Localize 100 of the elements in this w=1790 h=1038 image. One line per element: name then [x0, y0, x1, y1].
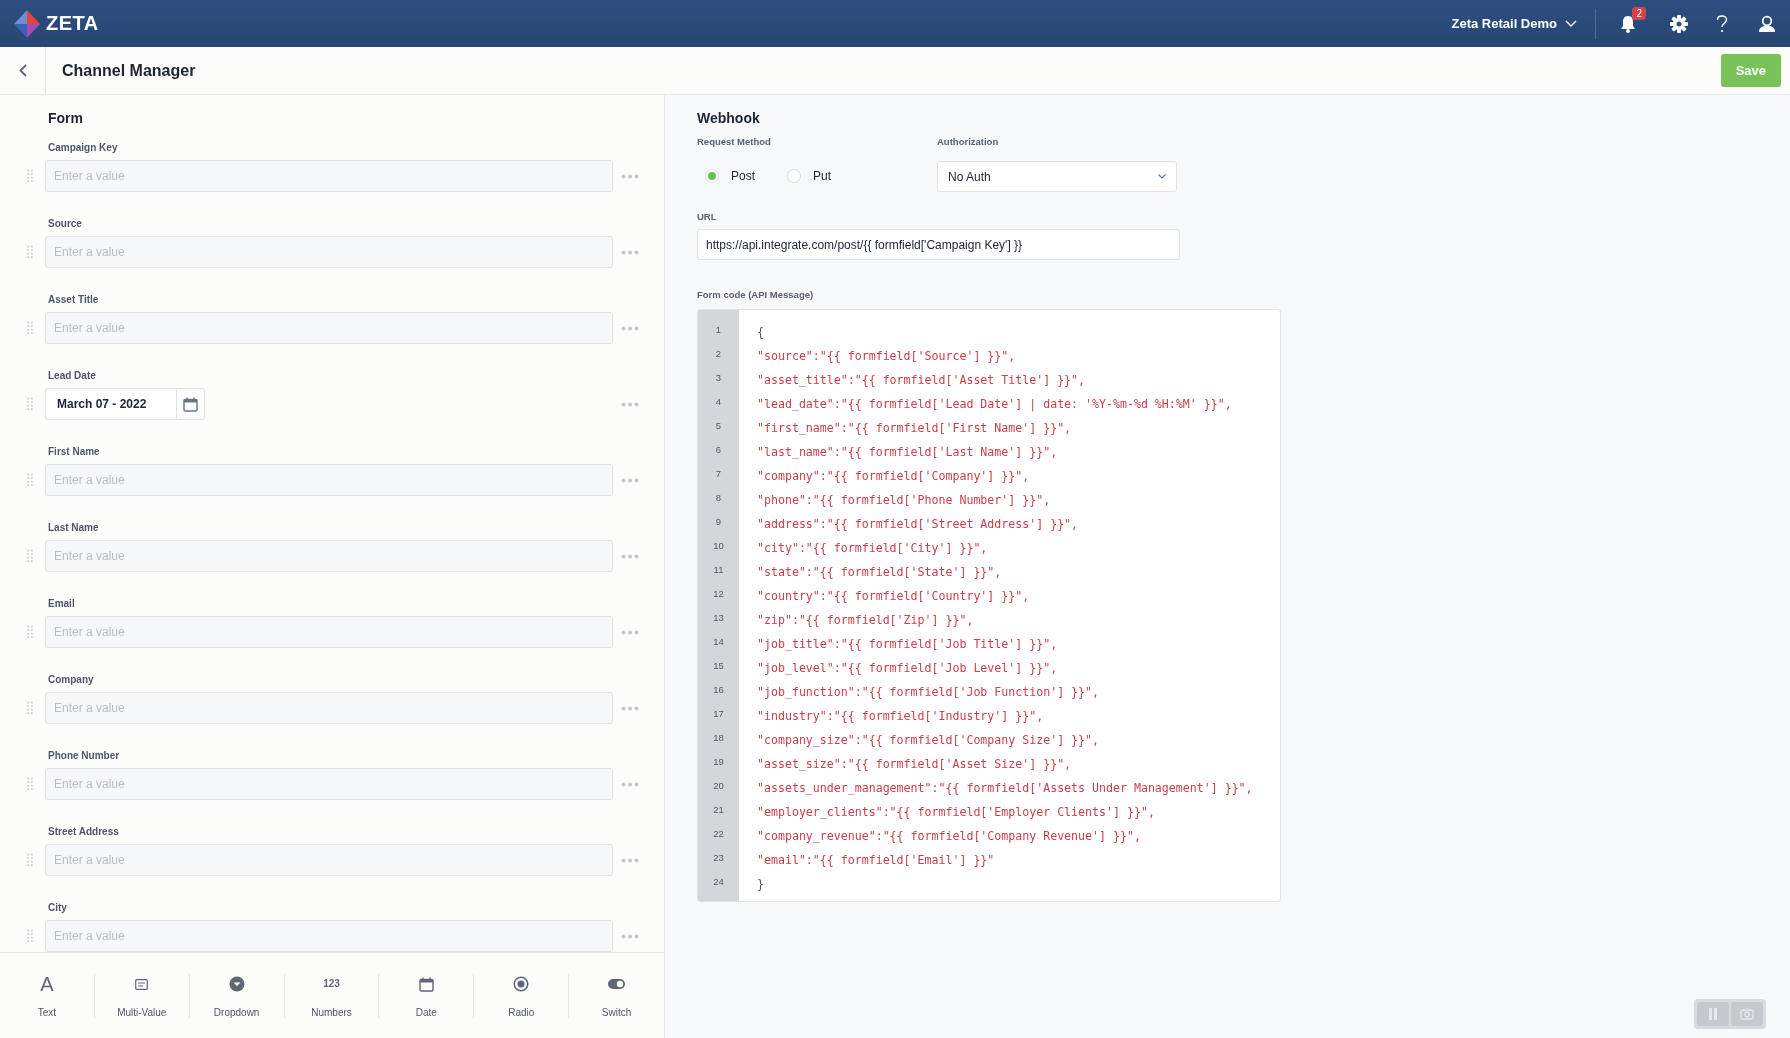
code-line: "employer_clients":"{{ formfield['Employer Clients'] }}",: [757, 804, 1156, 821]
code-line: "zip":"{{ formfield['Zip'] }}",: [757, 612, 975, 629]
drag-handle-icon[interactable]: [27, 777, 33, 791]
radio-icon: [513, 976, 530, 992]
more-options-icon[interactable]: [621, 249, 639, 255]
code-line: "lead_date":"{{ formfield['Lead Date'] | date: '%Y-%m-%d %H:%M' }}",: [757, 396, 1233, 414]
code-line: }: [757, 876, 765, 893]
camera-icon[interactable]: [1740, 1008, 1754, 1020]
notifications-button[interactable]: 2: [1620, 6, 1646, 33]
code-line: "last_name":"{{ formfield['Last Name'] }}",: [757, 444, 1059, 461]
more-options-icon[interactable]: [621, 477, 639, 483]
more-options-icon[interactable]: [621, 781, 639, 787]
field-label: Form code (API Message): [697, 289, 815, 300]
drag-handle-icon[interactable]: [27, 625, 33, 639]
text-input[interactable]: Enter a value: [45, 920, 613, 952]
text-input[interactable]: Enter a value: [45, 312, 613, 344]
page-title: Channel Manager: [62, 61, 196, 80]
text-input[interactable]: Enter a value: [45, 236, 613, 268]
drag-handle-icon[interactable]: [27, 853, 33, 867]
text-type-icon: A: [40, 974, 54, 994]
bell-icon: [1620, 14, 1636, 33]
field-type-button[interactable]: 123 Numbers: [284, 974, 380, 1018]
code-line: "phone":"{{ formfield['Phone Number'] }}",: [757, 492, 1052, 509]
settings-icon[interactable]: [1670, 14, 1688, 33]
line-number: 18: [712, 731, 725, 745]
field-label: First Name: [48, 446, 101, 459]
text-input[interactable]: Enter a value: [45, 692, 613, 724]
calendar-icon: [183, 396, 198, 412]
text-input[interactable]: Enter a value: [45, 540, 613, 572]
text-input[interactable]: Enter a value: [45, 464, 613, 496]
user-icon[interactable]: [1758, 14, 1776, 33]
more-options-icon[interactable]: [621, 553, 639, 559]
account-switcher[interactable]: Zeta Retail Demo: [1451, 8, 1596, 39]
field-label: Email: [48, 598, 76, 611]
url-input[interactable]: https://api.integrate.com/post/{{ formfield['Campaign Key'] }}: [697, 229, 1180, 260]
line-number: 4: [714, 395, 723, 409]
code-line: "source":"{{ formfield['Source'] }}",: [757, 348, 1017, 365]
authorization-dropdown[interactable]: No Auth: [937, 161, 1177, 192]
line-number: 3: [714, 371, 723, 385]
code-line: "company_size":"{{ formfield['Company Size'] }}",: [757, 732, 1101, 749]
code-line: "city":"{{ formfield['City'] }}",: [757, 540, 989, 557]
field-type-button[interactable]: Dropdown: [189, 974, 285, 1018]
logo-icon: [14, 9, 40, 38]
date-field[interactable]: March 07 - 2022: [45, 388, 205, 420]
code-line: "email":"{{ formfield['Email'] }}": [757, 852, 996, 869]
help-icon[interactable]: [1716, 14, 1728, 33]
more-options-icon[interactable]: [621, 933, 639, 939]
line-number: 1: [714, 323, 723, 337]
code-line: "first_name":"{{ formfield['First Name'] }}",: [757, 420, 1073, 437]
notification-badge: 2: [1632, 6, 1646, 20]
code-line: "asset_title":"{{ formfield['Asset Title'] }}",: [757, 372, 1087, 389]
section-title: Webhook: [697, 110, 761, 126]
code-line: {: [757, 324, 765, 341]
code-line: "assets_under_management":"{{ formfield['Assets Under Management'] }}",: [757, 780, 1253, 797]
code-line: "job_level":"{{ formfield['Job Level'] }}",: [757, 660, 1059, 677]
field-type-button[interactable]: Date: [379, 974, 475, 1018]
more-options-icon[interactable]: [621, 401, 639, 407]
brand-name: ZETA: [46, 12, 99, 35]
field-label: Street Address: [48, 826, 120, 839]
code-line: "country":"{{ formfield['Country'] }}",: [757, 588, 1031, 605]
drag-handle-icon[interactable]: [27, 321, 33, 335]
code-line: "state":"{{ formfield['State'] }}",: [757, 564, 1003, 581]
field-type-button[interactable]: Multi-Value: [94, 974, 190, 1018]
toggle-icon: [608, 979, 626, 989]
section-title: Form: [48, 110, 84, 126]
text-input[interactable]: Enter a value: [45, 844, 613, 876]
line-number: 17: [712, 707, 725, 721]
line-number: 14: [712, 635, 725, 649]
line-number: 13: [712, 611, 725, 625]
line-number: 16: [712, 683, 725, 697]
line-number: 20: [712, 779, 725, 793]
field-type-button[interactable]: Switch: [569, 974, 664, 1018]
text-input[interactable]: Enter a value: [45, 616, 613, 648]
code-line: "address":"{{ formfield['Street Address'] }}",: [757, 516, 1080, 533]
drag-handle-icon[interactable]: [27, 701, 33, 715]
more-options-icon[interactable]: [621, 173, 639, 179]
line-number: 8: [714, 491, 723, 505]
calendar-icon: [418, 976, 434, 992]
more-options-icon[interactable]: [621, 857, 639, 863]
drag-handle-icon[interactable]: [27, 397, 33, 411]
more-options-icon[interactable]: [621, 325, 639, 331]
drag-handle-icon[interactable]: [27, 549, 33, 563]
drag-handle-icon[interactable]: [27, 169, 33, 183]
field-label: URL: [697, 211, 718, 222]
line-number: 21: [712, 803, 725, 817]
pause-icon[interactable]: [1708, 1008, 1718, 1020]
drag-handle-icon[interactable]: [27, 245, 33, 259]
field-label: Lead Date: [48, 370, 97, 383]
more-options-icon[interactable]: [621, 629, 639, 635]
text-input[interactable]: Enter a value: [45, 160, 613, 192]
drag-handle-icon[interactable]: [27, 929, 33, 943]
radio-option[interactable]: Put: [787, 169, 832, 183]
drag-handle-icon[interactable]: [27, 473, 33, 487]
field-type-button[interactable]: A Text: [0, 974, 95, 1018]
field-type-button[interactable]: Radio: [474, 974, 570, 1018]
text-input[interactable]: Enter a value: [45, 768, 613, 800]
code-editor[interactable]: [697, 309, 1281, 902]
more-options-icon[interactable]: [621, 705, 639, 711]
radio-option[interactable]: Post: [705, 169, 755, 183]
line-number: 5: [714, 419, 723, 433]
